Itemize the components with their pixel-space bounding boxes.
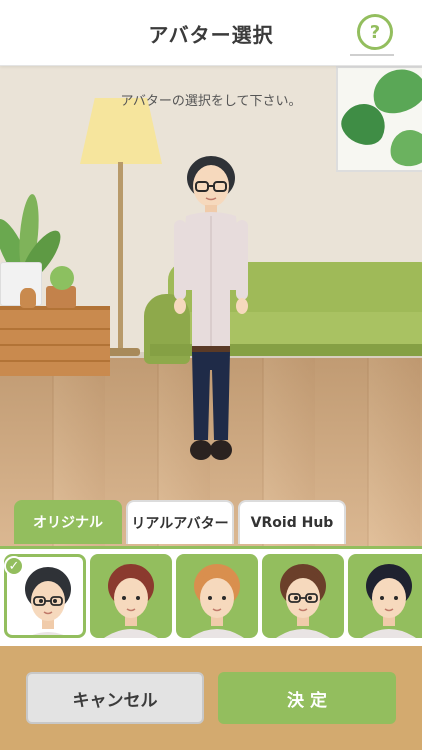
footer-bar: キャンセル 決 定 xyxy=(0,646,422,750)
cat-figurine xyxy=(20,288,36,308)
help-button[interactable]: ? xyxy=(357,14,393,50)
avatar-option[interactable] xyxy=(176,554,258,638)
app-header: アバター選択 ? xyxy=(0,0,422,66)
help-button-shadow xyxy=(350,54,394,56)
confirm-button[interactable]: 決 定 xyxy=(218,672,396,724)
wall-picture xyxy=(335,66,422,172)
cancel-button[interactable]: キャンセル xyxy=(26,672,204,724)
avatar-preview-scene: アバターの選択をして下さい。 xyxy=(0,66,422,548)
avatar-figure xyxy=(174,156,248,460)
avatar-option[interactable] xyxy=(90,554,172,638)
avatar-option[interactable] xyxy=(348,554,422,638)
avatar-source-tabs: オリジナル リアルアバター VRoid Hub xyxy=(0,500,422,546)
instruction-text: アバターの選択をして下さい。 xyxy=(120,94,302,109)
tab-original[interactable]: オリジナル xyxy=(14,500,122,544)
tab-vroid-hub[interactable]: VRoid Hub xyxy=(238,500,346,544)
side-cabinet xyxy=(0,306,110,376)
avatar-portrait xyxy=(362,564,416,638)
selected-check-icon: ✓ xyxy=(4,556,24,576)
avatar-option[interactable] xyxy=(262,554,344,638)
avatar-portrait xyxy=(276,564,330,638)
tab-real-avatar[interactable]: リアルアバター xyxy=(126,500,234,544)
avatar-portrait xyxy=(190,564,244,638)
avatar-portrait xyxy=(104,564,158,638)
